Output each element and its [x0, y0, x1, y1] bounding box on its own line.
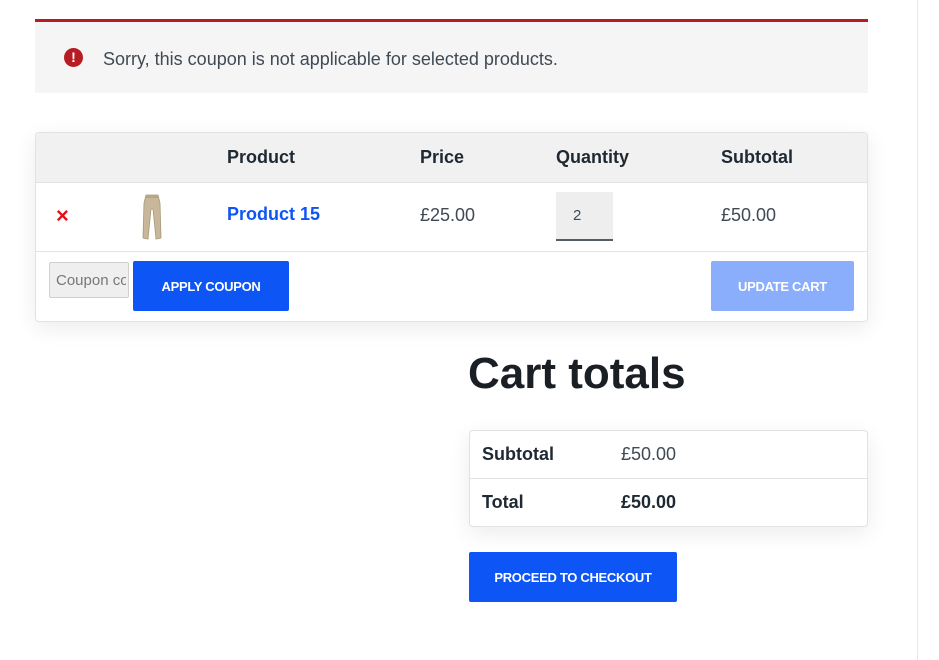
- trousers-thumbnail[interactable]: [138, 193, 166, 241]
- header-subtotal: Subtotal: [721, 147, 793, 167]
- notice-message: Sorry, this coupon is not applicable for…: [103, 49, 558, 69]
- proceed-to-checkout-button[interactable]: PROCEED TO CHECKOUT: [469, 552, 677, 602]
- row-divider: [36, 251, 867, 252]
- apply-coupon-button[interactable]: APPLY COUPON: [133, 261, 289, 311]
- header-quantity: Quantity: [556, 147, 630, 167]
- total-label: Total: [482, 492, 524, 512]
- exclamation-circle-icon: !: [64, 48, 83, 67]
- error-notice: ! Sorry, this coupon is not applicable f…: [35, 19, 868, 93]
- total-value: £50.00: [621, 492, 677, 512]
- update-cart-button[interactable]: UPDATE CART: [711, 261, 854, 311]
- product-price: £25.00: [420, 205, 476, 225]
- header-product: Product: [227, 147, 296, 167]
- subtotal-value: £50.00: [621, 444, 677, 464]
- cart-table: Product Price Quantity Subtotal × Produc…: [35, 132, 868, 322]
- totals-divider: [470, 478, 867, 479]
- cart-totals-table: Subtotal £50.00 Total £50.00: [469, 430, 868, 527]
- quantity-input[interactable]: [556, 192, 613, 241]
- cart-totals-title: Cart totals: [468, 349, 686, 398]
- coupon-code-input[interactable]: [49, 262, 129, 298]
- page-divider: [917, 0, 918, 660]
- remove-item-icon[interactable]: ×: [56, 205, 69, 227]
- cart-table-header: Product Price Quantity Subtotal: [36, 133, 867, 183]
- subtotal-label: Subtotal: [482, 444, 554, 464]
- header-price: Price: [420, 147, 465, 167]
- product-subtotal: £50.00: [721, 205, 777, 225]
- product-link[interactable]: Product 15: [227, 204, 320, 225]
